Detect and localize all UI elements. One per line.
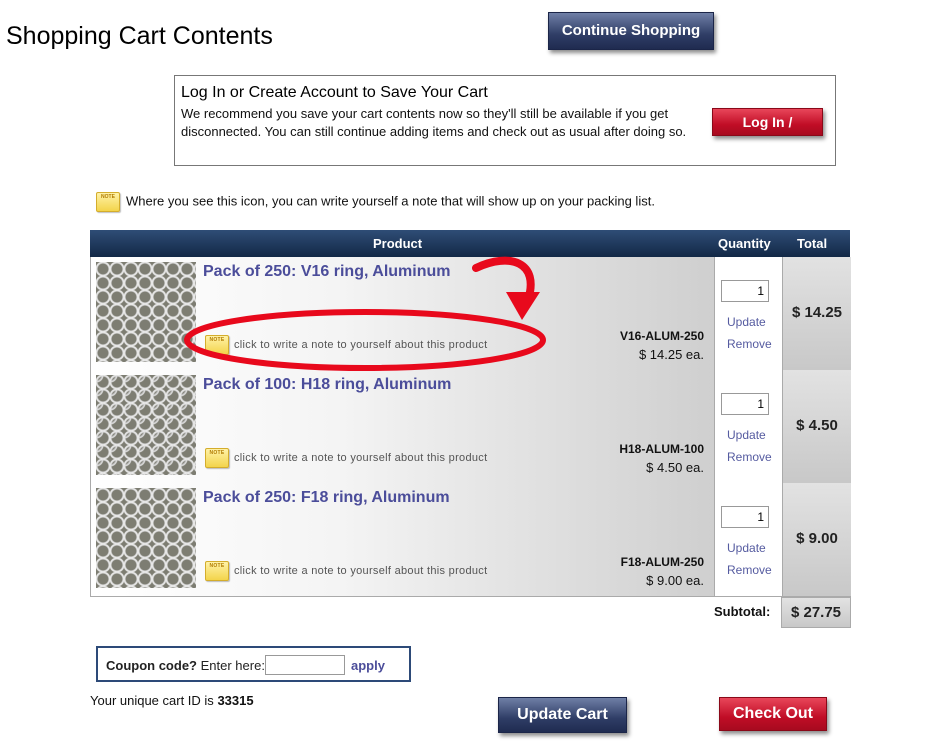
- coupon-code-input[interactable]: [265, 655, 345, 675]
- note-icon[interactable]: NOTE: [205, 561, 229, 581]
- note-hint-text: Where you see this icon, you can write y…: [126, 193, 655, 209]
- login-panel: Log In or Create Account to Save Your Ca…: [174, 75, 836, 166]
- quantity-input[interactable]: [721, 280, 769, 302]
- page-title: Shopping Cart Contents: [6, 22, 273, 50]
- product-unit-price: $ 14.25 ea.: [638, 347, 704, 362]
- update-link[interactable]: Update: [727, 315, 766, 329]
- cart-id-value: 33315: [217, 693, 254, 708]
- quantity-cell: Update Remove: [714, 257, 783, 370]
- continue-shopping-button[interactable]: Continue Shopping: [548, 12, 714, 50]
- cart-row: Pack of 250: F18 ring, Aluminum NOTE clic…: [90, 483, 851, 597]
- product-note-link[interactable]: NOTE click to write a note to yourself ab…: [205, 561, 487, 581]
- product-unit-price: $ 9.00 ea.: [646, 573, 704, 588]
- product-cell: Pack of 250: F18 ring, Aluminum NOTE clic…: [91, 483, 714, 596]
- coupon-label-rest: Enter here:: [197, 658, 265, 673]
- column-header-quantity: Quantity: [718, 236, 771, 251]
- cart-id-prefix: Your unique cart ID is: [90, 693, 218, 708]
- product-note-text[interactable]: click to write a note to yourself about …: [234, 339, 487, 351]
- subtotal-label: Subtotal:: [714, 604, 771, 619]
- product-sku: V16-ALUM-250: [619, 329, 704, 343]
- cart-table-header: Product Quantity Total: [90, 230, 850, 257]
- column-header-product: Product: [373, 236, 423, 251]
- quantity-cell: Update Remove: [714, 370, 783, 483]
- product-unit-price: $ 4.50 ea.: [646, 460, 704, 475]
- quantity-input[interactable]: [721, 393, 769, 415]
- note-icon[interactable]: NOTE: [205, 448, 229, 468]
- line-total-value: $ 9.00: [796, 530, 838, 547]
- update-cart-button[interactable]: Update Cart: [498, 697, 627, 733]
- coupon-label: Coupon code? Enter here:: [106, 658, 265, 673]
- quantity-cell: Update Remove: [714, 483, 783, 596]
- product-image[interactable]: [96, 488, 196, 588]
- quantity-input[interactable]: [721, 506, 769, 528]
- product-name-link[interactable]: Pack of 250: V16 ring, Aluminum: [203, 263, 450, 281]
- coupon-label-bold: Coupon code?: [106, 658, 197, 673]
- subtotal-value: $ 27.75: [781, 597, 851, 628]
- product-name-link[interactable]: Pack of 250: F18 ring, Aluminum: [203, 489, 450, 507]
- cart-id: Your unique cart ID is 33315: [90, 693, 254, 708]
- product-image[interactable]: [96, 375, 196, 475]
- login-register-button[interactable]: Log In / Register: [712, 108, 823, 156]
- line-total: $ 4.50: [782, 370, 851, 483]
- remove-link[interactable]: Remove: [727, 450, 772, 464]
- note-icon[interactable]: NOTE: [205, 335, 229, 355]
- product-image[interactable]: [96, 262, 196, 362]
- product-cell: Pack of 100: H18 ring, Aluminum NOTE clic…: [91, 370, 714, 483]
- cart-table: Product Quantity Total Pack of 250: V16 …: [90, 230, 851, 597]
- note-icon: NOTE: [96, 192, 120, 212]
- checkout-button[interactable]: Check Out: [719, 697, 827, 731]
- product-note-link[interactable]: NOTE click to write a note to yourself ab…: [205, 448, 487, 468]
- update-link[interactable]: Update: [727, 541, 766, 555]
- line-total: $ 14.25: [782, 257, 851, 370]
- product-cell: Pack of 250: V16 ring, Aluminum NOTE clic…: [91, 257, 714, 370]
- coupon-apply-link[interactable]: apply: [351, 658, 385, 673]
- cart-row: Pack of 100: H18 ring, Aluminum NOTE clic…: [90, 370, 851, 484]
- product-note-link[interactable]: NOTE click to write a note to yourself ab…: [205, 335, 487, 355]
- cart-row: Pack of 250: V16 ring, Aluminum NOTE clic…: [90, 257, 851, 371]
- column-header-total: Total: [797, 236, 828, 251]
- line-total: $ 9.00: [782, 483, 851, 596]
- login-panel-title: Log In or Create Account to Save Your Ca…: [181, 84, 488, 101]
- product-name-link[interactable]: Pack of 100: H18 ring, Aluminum: [203, 376, 451, 394]
- update-link[interactable]: Update: [727, 428, 766, 442]
- remove-link[interactable]: Remove: [727, 563, 772, 577]
- note-hint: NOTE Where you see this icon, you can wri…: [96, 192, 655, 212]
- remove-link[interactable]: Remove: [727, 337, 772, 351]
- product-note-text[interactable]: click to write a note to yourself about …: [234, 565, 487, 577]
- line-total-value: $ 4.50: [796, 417, 838, 434]
- coupon-box: Coupon code? Enter here: apply: [96, 646, 411, 682]
- product-sku: H18-ALUM-100: [619, 442, 704, 456]
- product-note-text[interactable]: click to write a note to yourself about …: [234, 452, 487, 464]
- login-panel-text: We recommend you save your cart contents…: [181, 106, 687, 139]
- line-total-value: $ 14.25: [791, 304, 843, 321]
- product-sku: F18-ALUM-250: [620, 555, 704, 569]
